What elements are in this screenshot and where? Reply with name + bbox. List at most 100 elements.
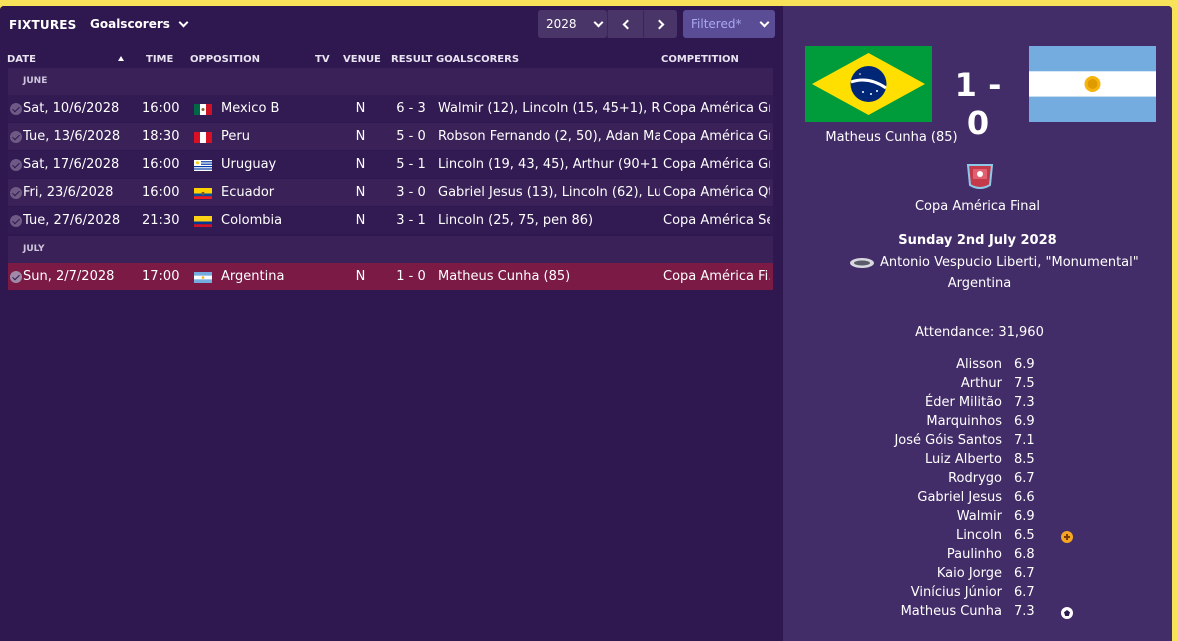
fixture-time: 21:30: [142, 213, 180, 228]
mexico-flag-icon: [194, 104, 212, 115]
player-rating: 6.7: [1014, 585, 1035, 600]
fixture-date: Tue, 27/6/2028: [23, 213, 121, 228]
list-item[interactable]: Gabriel Jesus 6.6: [873, 489, 1133, 508]
fixture-venue: N: [355, 185, 366, 200]
column-goalscorers[interactable]: GOALSCORERS: [436, 54, 519, 65]
player-name: Paulinho: [946, 547, 1002, 562]
player-ratings-list: Alisson 6.9 Arthur 7.5 Éder Militão 7.3 Mar…: [873, 356, 1133, 622]
column-time[interactable]: TIME: [146, 54, 173, 65]
previous-button[interactable]: [607, 10, 643, 38]
group-header-june: JUNE: [8, 68, 773, 95]
player-rating: 6.7: [1014, 471, 1035, 486]
table-row[interactable]: Tue, 13/6/2028 18:30 Peru N 5 - 0 Robson…: [8, 123, 773, 150]
next-button[interactable]: [643, 10, 677, 38]
player-rating: 6.6: [1014, 490, 1035, 505]
column-opposition[interactable]: OPPOSITION: [190, 54, 260, 65]
player-name: Luiz Alberto: [925, 452, 1002, 467]
chevron-down-icon: [593, 17, 603, 27]
player-rating: 7.1: [1014, 433, 1035, 448]
toolbar: FIXTURES Goalscorers 2028 Filtered*: [0, 6, 782, 44]
list-item[interactable]: Rodrygo 6.7: [873, 470, 1133, 489]
stadium-country: Argentina: [947, 276, 1012, 291]
fixture-date: Tue, 13/6/2028: [23, 129, 121, 144]
list-item[interactable]: Arthur 7.5: [873, 375, 1133, 394]
player-rating: 6.9: [1014, 357, 1035, 372]
list-item[interactable]: Lincoln 6.5: [873, 527, 1133, 546]
fixture-opposition: Uruguay: [221, 157, 277, 172]
list-item[interactable]: Vinícius Júnior 6.7: [873, 584, 1133, 603]
table-row[interactable]: Sat, 17/6/2028 16:00 Uruguay N 5 - 1 Lin…: [8, 151, 773, 178]
fixture-goalscorers: Matheus Cunha (85): [438, 269, 571, 284]
page-title: FIXTURES: [9, 18, 77, 32]
fixture-time: 16:00: [142, 101, 180, 116]
column-result[interactable]: RESULT: [391, 54, 432, 65]
goalscorers-dropdown-label: Goalscorers: [90, 17, 170, 31]
attendance: Attendance: 31,960: [915, 325, 1044, 340]
list-item[interactable]: José Góis Santos 7.1: [873, 432, 1133, 451]
fixture-competition: Copa América Gr…: [663, 157, 770, 172]
fixture-time: 16:00: [142, 157, 180, 172]
list-item[interactable]: Marquinhos 6.9: [873, 413, 1133, 432]
table-row[interactable]: Sat, 10/6/2028 16:00 Mexico B N 6 - 3 Wa…: [8, 95, 773, 122]
fixture-opposition: Peru: [221, 129, 250, 144]
match-details-panel: 1 - 0 Matheus Cunha (85) Copa América Fi…: [783, 6, 1172, 641]
player-rating: 6.8: [1014, 547, 1035, 562]
column-date[interactable]: DATE: [7, 54, 36, 65]
table-row[interactable]: Tue, 27/6/2028 21:30 Colombia N 3 - 1 Li…: [8, 207, 773, 234]
player-name: Kaio Jorge: [936, 566, 1002, 581]
list-item[interactable]: Éder Militão 7.3: [873, 394, 1133, 413]
filter-dropdown[interactable]: Filtered*: [683, 10, 775, 38]
fixture-venue: N: [355, 157, 366, 172]
stadium-name: Antonio Vespucio Liberti, "Monumental": [880, 255, 1139, 270]
column-competition[interactable]: COMPETITION: [661, 54, 739, 65]
fixture-time: 17:00: [142, 269, 180, 284]
list-item[interactable]: Kaio Jorge 6.7: [873, 565, 1133, 584]
column-venue[interactable]: VENUE: [343, 54, 381, 65]
goalscorers-dropdown[interactable]: Goalscorers: [90, 17, 189, 31]
year-dropdown[interactable]: 2028: [538, 10, 607, 38]
fixture-result: 3 - 1: [396, 213, 426, 228]
argentina-flag-icon[interactable]: [1029, 46, 1156, 122]
fixture-goalscorers: Lincoln (25, 75, pen 86): [438, 213, 594, 228]
sort-ascending-icon: [118, 56, 124, 61]
player-name: Marquinhos: [926, 414, 1002, 429]
uruguay-flag-icon: [194, 160, 212, 171]
player-rating: 6.9: [1014, 414, 1035, 429]
player-rating: 6.9: [1014, 509, 1035, 524]
peru-flag-icon: [194, 132, 212, 143]
column-tv[interactable]: TV: [315, 54, 330, 65]
played-check-icon: [10, 131, 22, 143]
colombia-flag-icon: [194, 216, 212, 227]
list-item[interactable]: Alisson 6.9: [873, 356, 1133, 375]
chevron-down-icon: [178, 17, 189, 27]
table-row[interactable]: Fri, 23/6/2028 16:00 Ecuador N 3 - 0 Gab…: [8, 179, 773, 206]
fixture-time: 16:00: [142, 185, 180, 200]
list-item[interactable]: Matheus Cunha 7.3: [873, 603, 1133, 622]
match-date: Sunday 2nd July 2028: [898, 233, 1057, 248]
fixture-venue: N: [355, 129, 366, 144]
player-name: Éder Militão: [924, 395, 1002, 410]
list-item[interactable]: Walmir 6.9: [873, 508, 1133, 527]
fixture-opposition: Ecuador: [221, 185, 275, 200]
fixture-competition: Copa América Qt…: [663, 185, 770, 200]
list-item[interactable]: Luiz Alberto 8.5: [873, 451, 1133, 470]
fixture-opposition: Mexico B: [221, 101, 280, 116]
player-name: Vinícius Júnior: [910, 585, 1002, 600]
player-rating: 6.7: [1014, 566, 1035, 581]
player-name: Alisson: [956, 357, 1002, 372]
list-item[interactable]: Paulinho 6.8: [873, 546, 1133, 565]
fixture-result: 3 - 0: [396, 185, 426, 200]
table-row-selected[interactable]: Sun, 2/7/2028 17:00 Argentina N 1 - 0 Ma…: [8, 263, 773, 290]
played-check-icon: [10, 187, 22, 199]
player-name: Arthur: [960, 376, 1002, 391]
brazil-flag-icon[interactable]: [805, 46, 932, 122]
fixture-competition: Copa América Se…: [663, 213, 770, 228]
player-rating: 7.3: [1014, 395, 1035, 410]
played-check-icon: [10, 103, 22, 115]
player-rating: 8.5: [1014, 452, 1035, 467]
fixture-date: Sat, 10/6/2028: [23, 101, 120, 116]
match-goalscorer: Matheus Cunha (85): [825, 130, 958, 145]
chevron-left-icon: [622, 19, 632, 29]
substitution-icon: [1061, 531, 1073, 543]
fixtures-panel: FIXTURES Goalscorers 2028 Filtered* DATE: [0, 6, 782, 641]
